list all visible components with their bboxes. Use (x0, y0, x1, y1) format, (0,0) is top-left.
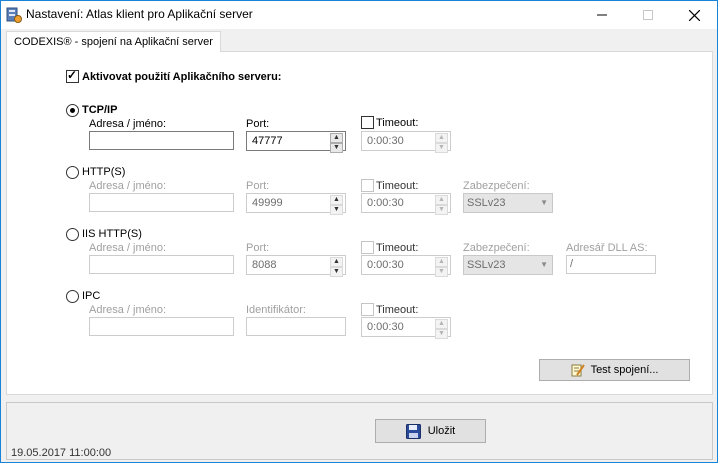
iis-address-label: Adresa / jméno: (89, 242, 167, 254)
ipc-timeout-label: Timeout: (376, 304, 419, 316)
https-port-label: Port: (246, 180, 270, 192)
spin-up-icon[interactable]: ▲ (330, 257, 343, 267)
activate-label: Aktivovat použití Aplikačního serveru: (82, 71, 282, 83)
iis-security-select[interactable]: SSLv23 ▼ (463, 255, 553, 275)
https-port-value: 49999 (252, 197, 283, 209)
https-address-input[interactable] (89, 193, 234, 212)
https-timeout-checkbox[interactable] (361, 179, 374, 192)
https-security-value: SSLv23 (467, 197, 506, 209)
iis-port-spinner[interactable]: 8088 ▲ ▼ (246, 255, 346, 277)
ipc-ident-input[interactable] (246, 317, 346, 336)
save-button[interactable]: Uložit (375, 419, 486, 443)
https-timeout-value: 0:00:30 (367, 197, 404, 209)
title-bar: Nastavení: Atlas klient pro Aplikační se… (1, 1, 717, 29)
tab-panel: ✓ Aktivovat použití Aplikačního serveru:… (6, 51, 713, 395)
ipc-address-input[interactable] (89, 317, 234, 336)
spin-up-icon[interactable]: ▲ (435, 195, 448, 205)
spin-down-icon[interactable]: ▼ (330, 267, 343, 277)
tcpip-address-label: Adresa / jméno: (89, 118, 167, 130)
tcpip-port-value: 47777 (252, 135, 283, 147)
spin-up-icon[interactable]: ▲ (435, 257, 448, 267)
https-label: HTTP(S) (82, 166, 126, 178)
tcpip-label: TCP/IP (82, 104, 118, 116)
iis-address-input[interactable] (89, 255, 234, 274)
test-connection-label: Test spojení... (590, 364, 659, 376)
https-port-spinner[interactable]: 49999 ▲ ▼ (246, 193, 346, 215)
close-button[interactable] (671, 1, 717, 29)
iis-radio[interactable] (66, 228, 79, 241)
status-timestamp: 19.05.2017 11:00:00 (11, 447, 112, 459)
tcpip-timeout-spinner[interactable]: 0:00:30 ▲ ▼ (361, 131, 451, 153)
iis-security-label: Zabezpečení: (463, 242, 530, 254)
ipc-timeout-spinner[interactable]: 0:00:30 ▲ ▼ (361, 317, 451, 339)
spin-down-icon[interactable]: ▼ (435, 143, 448, 153)
activate-checkbox[interactable]: ✓ (66, 68, 79, 83)
iis-timeout-spinner[interactable]: 0:00:30 ▲ ▼ (361, 255, 451, 277)
ipc-address-label: Adresa / jméno: (89, 304, 167, 316)
ipc-timeout-value: 0:00:30 (367, 321, 404, 333)
iis-label: IIS HTTP(S) (82, 228, 142, 240)
tcpip-port-label: Port: (246, 118, 270, 130)
spin-up-icon[interactable]: ▲ (330, 133, 343, 143)
iis-security-value: SSLv23 (467, 259, 506, 271)
spin-down-icon[interactable]: ▼ (435, 267, 448, 277)
iis-dll-input[interactable]: / (566, 255, 656, 274)
pencil-note-icon (571, 363, 585, 377)
spin-down-icon[interactable]: ▼ (330, 143, 343, 153)
app-icon (6, 7, 22, 23)
spin-up-icon[interactable]: ▲ (435, 133, 448, 143)
bottom-panel: Uložit 19.05.2017 11:00:00 (6, 402, 713, 460)
tcpip-radio[interactable] (66, 104, 79, 117)
spin-up-icon[interactable]: ▲ (330, 195, 343, 205)
https-security-select[interactable]: SSLv23 ▼ (463, 193, 553, 213)
tcpip-port-spinner[interactable]: 47777 ▲ ▼ (246, 131, 346, 153)
iis-port-label: Port: (246, 242, 270, 254)
https-timeout-label: Timeout: (376, 180, 419, 192)
tab-codexis[interactable]: CODEXIS® - spojení na Aplikační server (6, 31, 221, 52)
iis-timeout-label: Timeout: (376, 242, 419, 254)
https-security-label: Zabezpečení: (463, 180, 530, 192)
test-connection-button[interactable]: Test spojení... (539, 359, 690, 381)
https-radio[interactable] (66, 166, 79, 179)
spin-up-icon[interactable]: ▲ (435, 319, 448, 329)
maximize-button[interactable] (625, 1, 671, 29)
window-title: Nastavení: Atlas klient pro Aplikační se… (26, 7, 253, 21)
https-timeout-spinner[interactable]: 0:00:30 ▲ ▼ (361, 193, 451, 215)
chevron-down-icon: ▼ (540, 198, 548, 207)
ipc-radio[interactable] (66, 290, 79, 303)
chevron-down-icon: ▼ (540, 260, 548, 269)
iis-timeout-value: 0:00:30 (367, 259, 404, 271)
tcpip-timeout-label: Timeout: (376, 117, 419, 129)
minimize-button[interactable] (579, 1, 625, 29)
tcpip-address-input[interactable] (89, 131, 234, 150)
dialog-window: Nastavení: Atlas klient pro Aplikační se… (0, 0, 718, 463)
iis-port-value: 8088 (252, 259, 277, 271)
tcpip-timeout-value: 0:00:30 (367, 135, 404, 147)
spin-down-icon[interactable]: ▼ (330, 205, 343, 215)
ipc-timeout-checkbox[interactable] (361, 303, 374, 316)
iis-timeout-checkbox[interactable] (361, 241, 374, 254)
spin-down-icon[interactable]: ▼ (435, 205, 448, 215)
ipc-ident-label: Identifikátor: (246, 304, 306, 316)
https-address-label: Adresa / jméno: (89, 180, 167, 192)
save-label: Uložit (427, 425, 456, 437)
spin-down-icon[interactable]: ▼ (435, 329, 448, 339)
ipc-label: IPC (82, 290, 101, 302)
floppy-disk-icon (405, 423, 421, 439)
tcpip-timeout-checkbox[interactable] (361, 116, 374, 129)
iis-dll-label: Adresář DLL AS: (566, 242, 648, 254)
